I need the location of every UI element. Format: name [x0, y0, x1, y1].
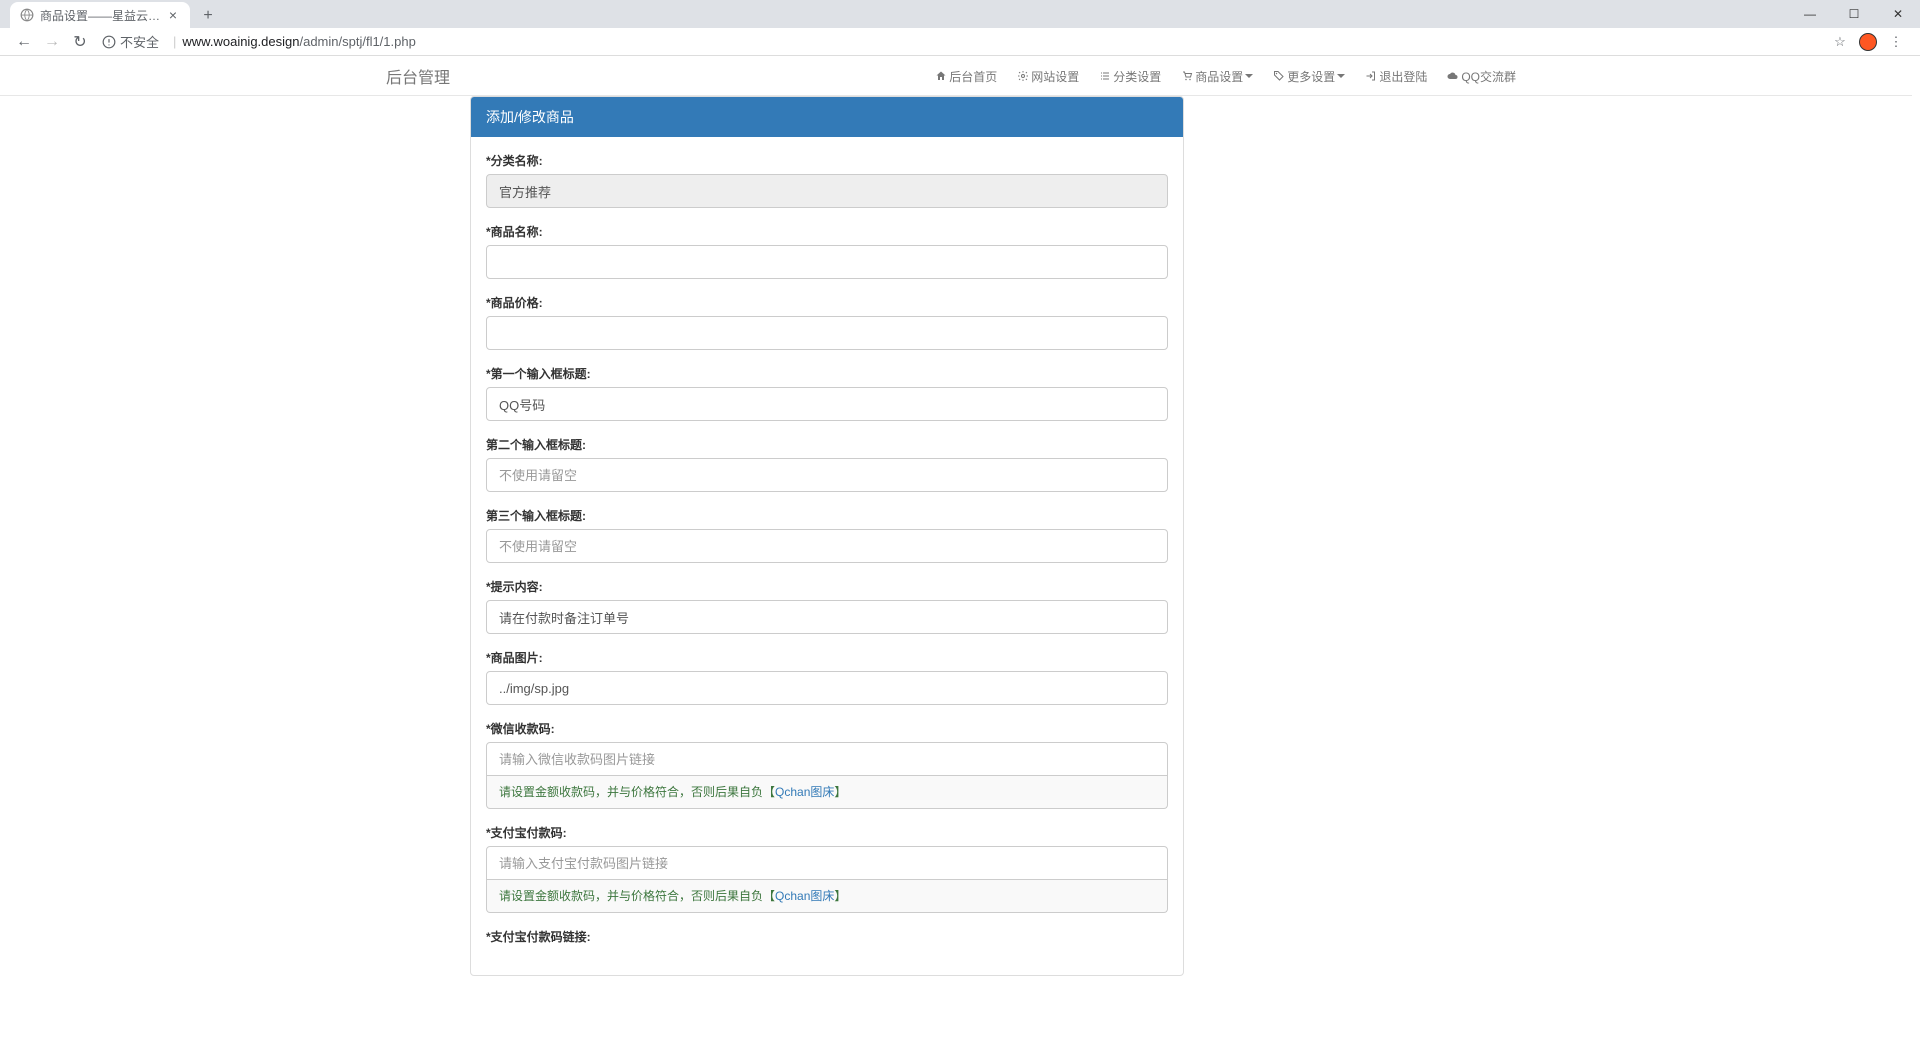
field-wechat: *微信收款码: 请设置金额收款码，并与价格符合，否则后果自负【Qchan图床】 [486, 720, 1168, 809]
category-input [486, 174, 1168, 208]
form-panel: 添加/修改商品 *分类名称: *商品名称: *商品价格: [470, 96, 1184, 976]
nav-home[interactable]: 后台首页 [925, 56, 1007, 96]
window-controls: — ☐ ✕ [1788, 0, 1920, 28]
gear-icon [1017, 70, 1029, 82]
alipay-label: *支付宝付款码: [486, 824, 1168, 841]
maximize-button[interactable]: ☐ [1832, 0, 1876, 28]
field-tip: *提示内容: [486, 578, 1168, 634]
wechat-input[interactable] [486, 742, 1168, 776]
tab-favicon [20, 8, 34, 22]
cloud-icon [1447, 70, 1459, 82]
browser-toolbar: ← → ↻ 不安全 | www.woainig.design/admin/spt… [0, 28, 1920, 56]
caret-down-icon [1245, 74, 1253, 78]
nav-qq-group[interactable]: QQ交流群 [1437, 56, 1526, 96]
field-alipay-link: *支付宝付款码链接: [486, 928, 1168, 945]
alipay-input[interactable] [486, 846, 1168, 880]
field-category: *分类名称: [486, 152, 1168, 208]
logout-icon [1365, 70, 1377, 82]
url-text: www.woainig.design/admin/sptj/fl1/1.php [182, 34, 415, 49]
close-window-button[interactable]: ✕ [1876, 0, 1920, 28]
image-input[interactable] [486, 671, 1168, 705]
security-indicator[interactable]: 不安全 [102, 32, 159, 51]
bookmark-button[interactable]: ☆ [1826, 28, 1854, 56]
qchan-link[interactable]: Qchan图床 [775, 785, 834, 799]
field-input1-title: *第一个输入框标题: [486, 365, 1168, 421]
page-content: 后台管理 后台首页 网站设置 分类设置 商品设置 更多设置 退出登陆 QQ交流群… [0, 56, 1920, 1048]
price-label: *商品价格: [486, 294, 1168, 311]
nav-logout[interactable]: 退出登陆 [1355, 56, 1437, 96]
name-label: *商品名称: [486, 223, 1168, 240]
field-input2-title: 第二个输入框标题: [486, 436, 1168, 492]
home-icon [935, 70, 947, 82]
field-product-price: *商品价格: [486, 294, 1168, 350]
panel-title: 添加/修改商品 [471, 97, 1183, 137]
cart-icon [1181, 70, 1193, 82]
nav-site-settings[interactable]: 网站设置 [1007, 56, 1089, 96]
input2-input[interactable] [486, 458, 1168, 492]
reload-button[interactable]: ↻ [66, 28, 94, 56]
input1-label: *第一个输入框标题: [486, 365, 1168, 382]
input2-label: 第二个输入框标题: [486, 436, 1168, 453]
list-icon [1099, 70, 1111, 82]
alipay-help: 请设置金额收款码，并与价格符合，否则后果自负【Qchan图床】 [486, 879, 1168, 913]
navbar-brand: 后台管理 [386, 64, 450, 88]
input1-input[interactable] [486, 387, 1168, 421]
tip-input[interactable] [486, 600, 1168, 634]
field-input3-title: 第三个输入框标题: [486, 507, 1168, 563]
input3-label: 第三个输入框标题: [486, 507, 1168, 524]
field-alipay: *支付宝付款码: 请设置金额收款码，并与价格符合，否则后果自负【Qchan图床】 [486, 824, 1168, 913]
tags-icon [1273, 70, 1285, 82]
name-input[interactable] [486, 245, 1168, 279]
back-button[interactable]: ← [10, 28, 38, 56]
new-tab-button[interactable]: + [194, 4, 222, 28]
nav-category-settings[interactable]: 分类设置 [1089, 56, 1171, 96]
tab-title: 商品设置——星益云商城系统 [40, 7, 166, 24]
browser-tab[interactable]: 商品设置——星益云商城系统 × [10, 2, 190, 28]
wechat-label: *微信收款码: [486, 720, 1168, 737]
category-label: *分类名称: [486, 152, 1168, 169]
field-image: *商品图片: [486, 649, 1168, 705]
extension-button[interactable] [1854, 28, 1882, 56]
minimize-button[interactable]: — [1788, 0, 1832, 28]
navbar: 后台管理 后台首页 网站设置 分类设置 商品设置 更多设置 退出登陆 QQ交流群 [0, 56, 1912, 96]
browser-tabstrip: 商品设置——星益云商城系统 × + — ☐ ✕ [0, 0, 1920, 28]
nav-product-settings[interactable]: 商品设置 [1171, 56, 1263, 96]
tab-close-icon[interactable]: × [166, 8, 180, 22]
alipay-link-label: *支付宝付款码链接: [486, 928, 1168, 945]
wechat-help: 请设置金额收款码，并与价格符合，否则后果自负【Qchan图床】 [486, 775, 1168, 809]
qchan-link[interactable]: Qchan图床 [775, 889, 834, 903]
input3-input[interactable] [486, 529, 1168, 563]
price-input[interactable] [486, 316, 1168, 350]
tip-label: *提示内容: [486, 578, 1168, 595]
caret-down-icon [1337, 74, 1345, 78]
forward-button[interactable]: → [38, 28, 66, 56]
nav-more-settings[interactable]: 更多设置 [1263, 56, 1355, 96]
field-product-name: *商品名称: [486, 223, 1168, 279]
address-bar[interactable]: 不安全 | www.woainig.design/admin/sptj/fl1/… [102, 31, 1818, 53]
browser-menu-button[interactable]: ⋮ [1882, 28, 1910, 56]
image-label: *商品图片: [486, 649, 1168, 666]
